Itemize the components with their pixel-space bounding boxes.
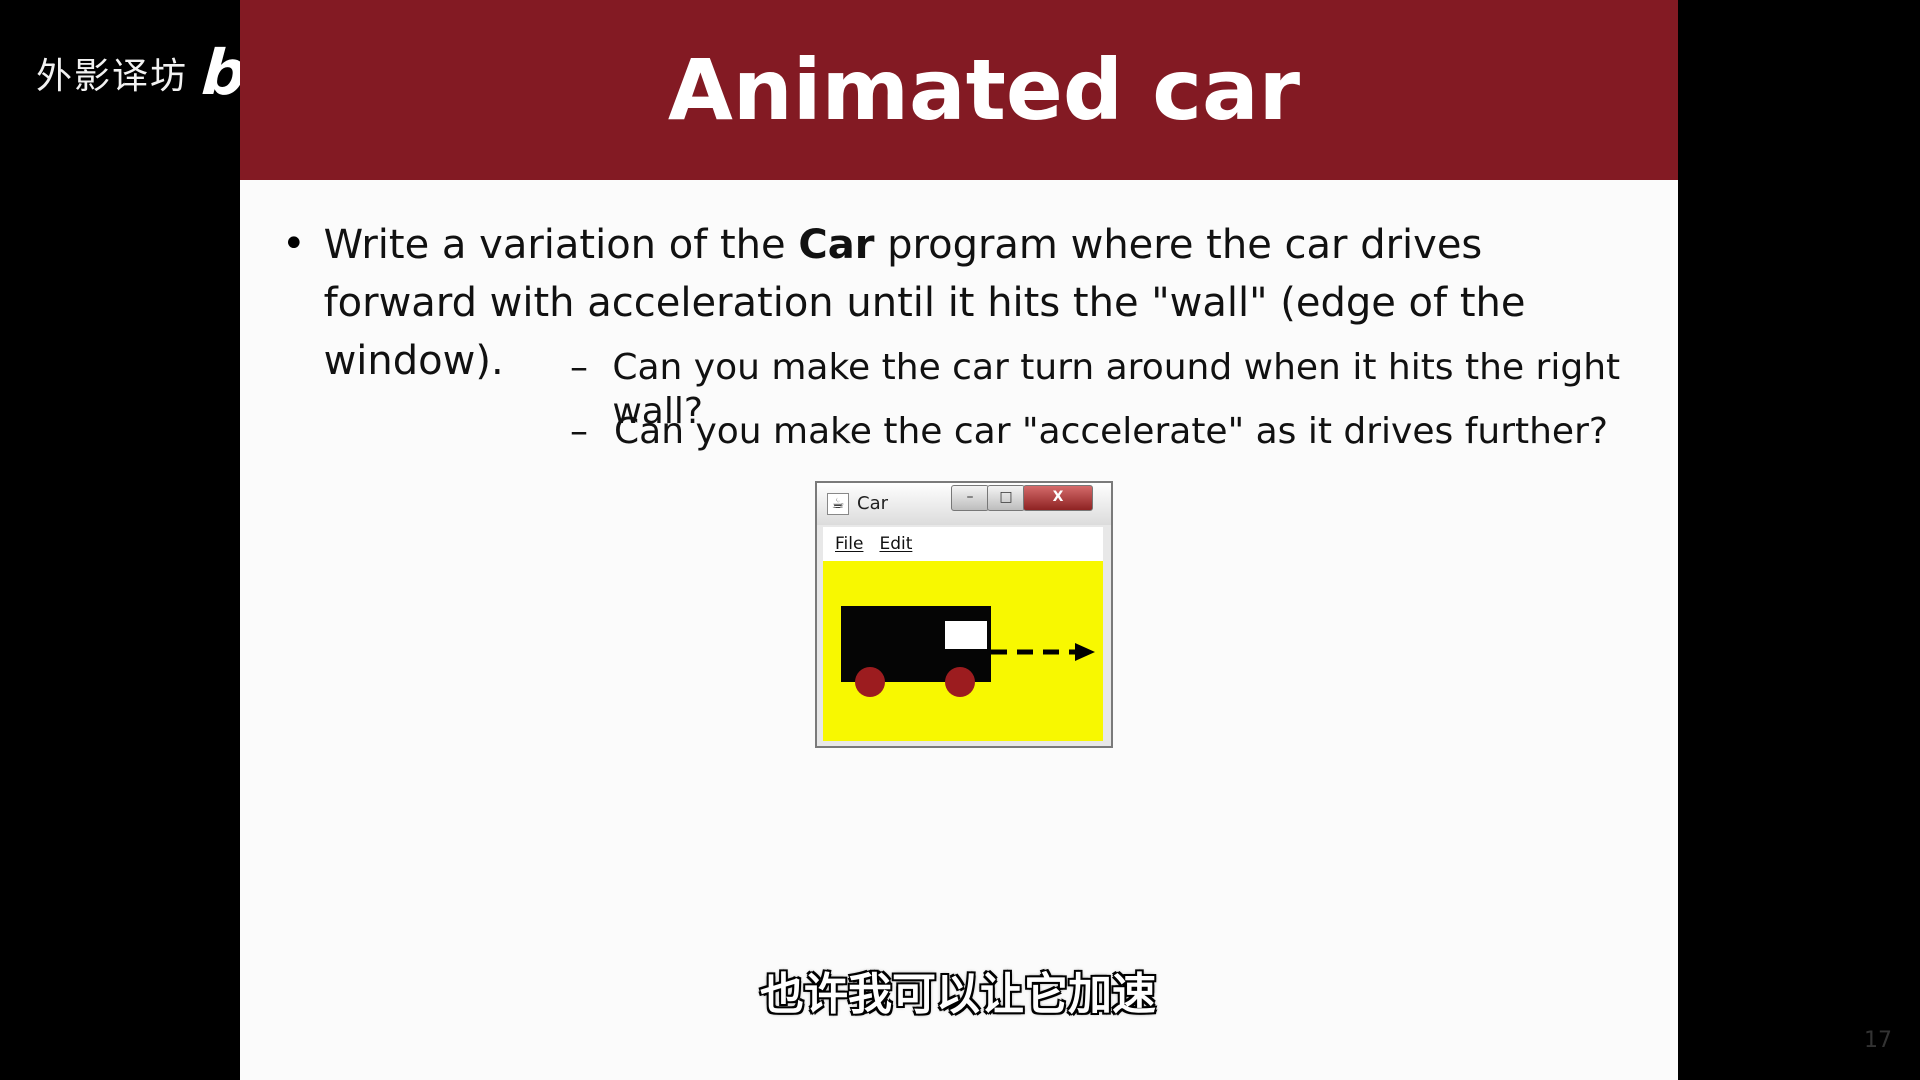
car-window: [945, 621, 987, 649]
bullet-text-bold: Car: [798, 222, 875, 268]
dash-icon: –: [570, 411, 588, 452]
bullet-dot-icon: •: [282, 221, 306, 267]
window-titlebar: ☕ Car – □ X: [817, 483, 1111, 525]
arrow-right-icon: [991, 643, 1095, 661]
menu-file[interactable]: File: [835, 534, 863, 554]
window-menu-bar: File Edit: [823, 527, 1103, 561]
title-bar: Animated car: [240, 0, 1678, 180]
watermark-text: 外影译坊: [36, 55, 189, 97]
slide-title: Animated car: [667, 41, 1301, 139]
car-wheel-rear: [945, 667, 975, 697]
video-subtitle: 也许我可以让它加速: [759, 968, 1157, 1021]
sub-bullet-text: Can you make the car "accelerate" as it …: [614, 411, 1608, 452]
car-wheel-front: [855, 667, 885, 697]
page-number: 17: [1864, 1028, 1892, 1053]
minimize-button[interactable]: –: [951, 485, 989, 511]
menu-edit[interactable]: Edit: [879, 534, 912, 554]
sub-bullet-2: – Can you make the car "accelerate" as i…: [570, 410, 1650, 454]
maximize-button[interactable]: □: [987, 485, 1025, 511]
java-app-icon: ☕: [827, 493, 849, 515]
bullet-text-pre: Write a variation of the: [323, 222, 799, 268]
car-window-screenshot: ☕ Car – □ X File Edit: [815, 481, 1113, 748]
slide: Animated car • Write a variation of the …: [240, 0, 1892, 1080]
drawing-canvas: [823, 561, 1103, 741]
close-button[interactable]: X: [1023, 485, 1093, 511]
window-title: Car: [857, 493, 888, 514]
